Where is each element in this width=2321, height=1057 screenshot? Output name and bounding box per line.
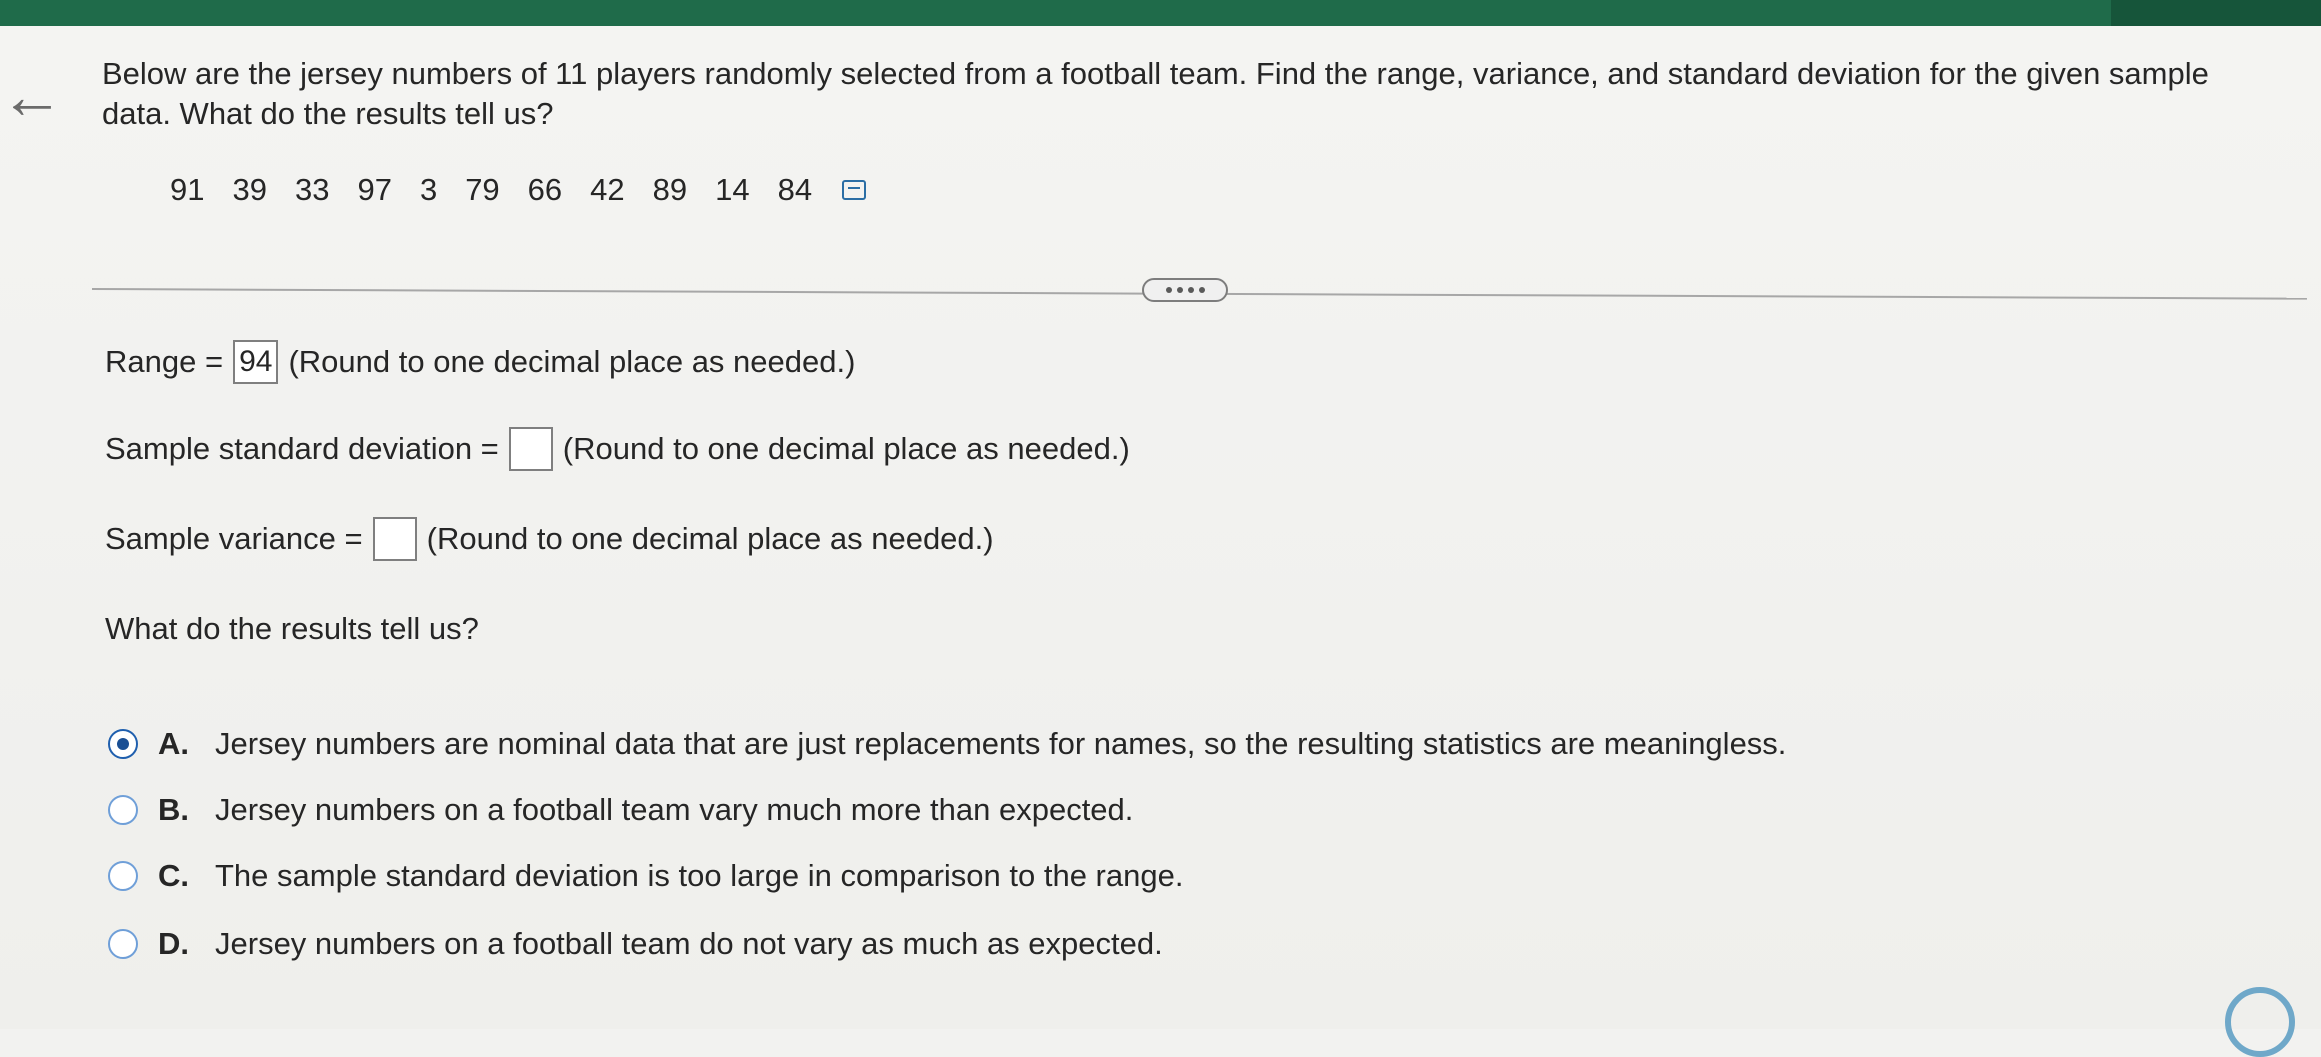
- data-values: 91 39 33 97 3 79 66 42 89 14 84: [170, 168, 867, 212]
- variance-input[interactable]: [372, 517, 417, 561]
- results-question: What do the results tell us?: [105, 611, 479, 646]
- range-input[interactable]: 94: [233, 340, 279, 384]
- data-value: 66: [527, 172, 563, 207]
- radio-button-selected[interactable]: [108, 729, 138, 759]
- option-text: Jersey numbers on a football team vary m…: [215, 792, 1134, 827]
- more-dots-icon[interactable]: [1142, 278, 1228, 302]
- option-a[interactable]: A. Jersey numbers are nominal data that …: [108, 726, 1786, 762]
- top-bar-accent: [2111, 0, 2321, 26]
- std-dev-row: Sample standard deviation = (Round to on…: [105, 427, 1130, 471]
- variance-hint: (Round to one decimal place as needed.): [426, 521, 994, 556]
- data-value: 42: [590, 172, 625, 207]
- data-value: 3: [419, 172, 438, 207]
- question-text: Below are the jersey numbers of 11 playe…: [102, 56, 2209, 131]
- std-dev-label: Sample standard deviation =: [105, 431, 499, 466]
- option-text: The sample standard deviation is too lar…: [215, 858, 1184, 893]
- range-label: Range =: [105, 344, 224, 379]
- option-text: Jersey numbers on a football team do not…: [215, 926, 1163, 961]
- data-value: 91: [170, 172, 205, 207]
- option-letter: C.: [158, 858, 189, 893]
- radio-button[interactable]: [108, 929, 138, 959]
- option-d[interactable]: D. Jersey numbers on a football team do …: [108, 926, 1163, 962]
- range-hint: (Round to one decimal place as needed.): [288, 344, 856, 379]
- std-dev-input[interactable]: [508, 427, 553, 471]
- option-letter: A.: [158, 726, 189, 761]
- option-b[interactable]: B. Jersey numbers on a football team var…: [108, 792, 1133, 828]
- back-arrow-icon[interactable]: ←: [0, 64, 64, 128]
- data-value: 79: [465, 172, 500, 207]
- data-value: 84: [777, 172, 813, 207]
- data-value: 97: [357, 172, 392, 207]
- help-ring-icon[interactable]: [2225, 987, 2295, 1057]
- variance-row: Sample variance = (Round to one decimal …: [105, 517, 994, 561]
- std-dev-hint: (Round to one decimal place as needed.): [562, 431, 1130, 466]
- option-letter: D.: [158, 926, 189, 961]
- variance-label: Sample variance =: [105, 521, 363, 556]
- data-value: 14: [715, 172, 750, 207]
- range-row: Range = 94 (Round to one decimal place a…: [105, 340, 855, 384]
- radio-button[interactable]: [108, 795, 138, 825]
- question-panel: ← Below are the jersey numbers of 11 pla…: [0, 26, 2321, 1057]
- copy-data-icon[interactable]: [842, 180, 867, 200]
- data-value: 89: [652, 172, 688, 207]
- option-letter: B.: [158, 792, 189, 827]
- radio-button[interactable]: [108, 861, 138, 891]
- option-c[interactable]: C. The sample standard deviation is too …: [108, 858, 1183, 894]
- data-value: 33: [294, 172, 330, 207]
- top-bar: [0, 0, 2321, 26]
- option-text: Jersey numbers are nominal data that are…: [215, 726, 1787, 761]
- data-value: 39: [232, 172, 267, 207]
